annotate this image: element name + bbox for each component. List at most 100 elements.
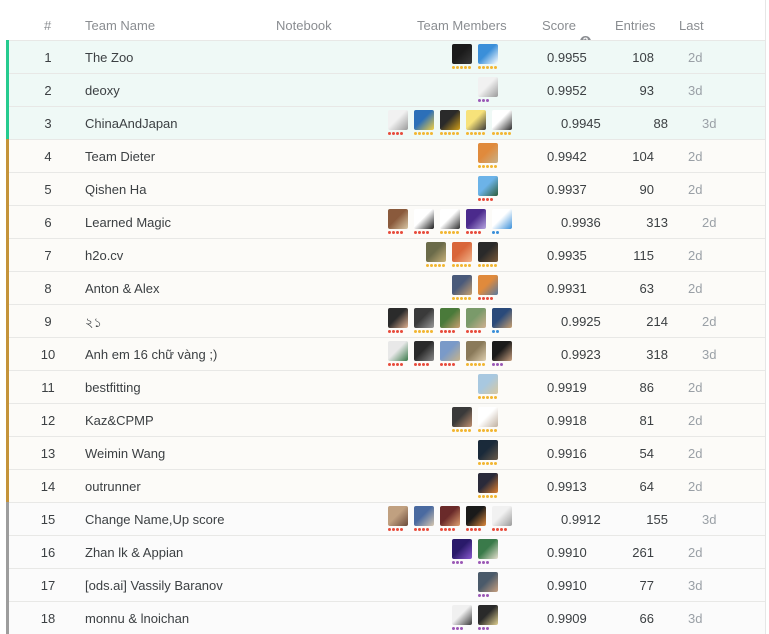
table-row[interactable]: 2 deoxy 0.9952 93 3d bbox=[6, 73, 766, 106]
avatar bbox=[492, 308, 512, 328]
member-avatar[interactable] bbox=[452, 407, 472, 433]
member-avatar[interactable] bbox=[478, 44, 498, 70]
team-name-link[interactable]: Qishen Ha bbox=[85, 182, 146, 197]
member-avatar[interactable] bbox=[452, 242, 472, 268]
member-avatar[interactable] bbox=[478, 176, 498, 202]
avatar bbox=[388, 341, 408, 361]
team-name-link[interactable]: ২১ bbox=[85, 314, 102, 335]
score-header[interactable]: Score? bbox=[542, 18, 591, 47]
member-avatar[interactable] bbox=[478, 143, 498, 169]
team-name-link[interactable]: Change Name,Up score bbox=[85, 512, 224, 527]
member-avatar[interactable] bbox=[388, 209, 408, 235]
table-row[interactable]: 14 outrunner 0.9913 64 2d bbox=[6, 469, 766, 502]
member-avatar[interactable] bbox=[478, 440, 498, 466]
member-avatar[interactable] bbox=[492, 506, 512, 532]
team-name-link[interactable]: [ods.ai] Vassily Baranov bbox=[85, 578, 223, 593]
table-row[interactable]: 16 Zhan lk & Appian 0.9910 261 2d bbox=[6, 535, 766, 568]
tier-dots bbox=[466, 528, 486, 531]
table-row[interactable]: 5 Qishen Ha 0.9937 90 2d bbox=[6, 172, 766, 205]
avatar bbox=[492, 506, 512, 526]
member-avatar[interactable] bbox=[466, 110, 486, 136]
table-row[interactable]: 12 Kaz&CPMP 0.9918 81 2d bbox=[6, 403, 766, 436]
team-name-link[interactable]: outrunner bbox=[85, 479, 141, 494]
team-name-link[interactable]: bestfitting bbox=[85, 380, 141, 395]
table-row[interactable]: 13 Weimin Wang 0.9916 54 2d bbox=[6, 436, 766, 469]
member-avatar[interactable] bbox=[466, 209, 486, 235]
member-avatar[interactable] bbox=[388, 506, 408, 532]
member-avatar[interactable] bbox=[452, 44, 472, 70]
member-avatar[interactable] bbox=[466, 341, 486, 367]
table-row[interactable]: 15 Change Name,Up score 0.9912 155 3d bbox=[6, 502, 766, 535]
table-row[interactable]: 18 monnu & lnoichan 0.9909 66 3d bbox=[6, 601, 766, 634]
member-avatar[interactable] bbox=[478, 407, 498, 433]
member-avatar[interactable] bbox=[478, 473, 498, 499]
score-header-label[interactable]: Score bbox=[542, 18, 576, 33]
score-cell: 0.9912 bbox=[561, 512, 601, 527]
member-avatar[interactable] bbox=[478, 539, 498, 565]
member-avatar[interactable] bbox=[414, 308, 434, 334]
team-name-link[interactable]: Anton & Alex bbox=[85, 281, 159, 296]
team-name-link[interactable]: The Zoo bbox=[85, 50, 133, 65]
team-name-link[interactable]: Weimin Wang bbox=[85, 446, 165, 461]
member-avatar[interactable] bbox=[440, 209, 460, 235]
member-avatar[interactable] bbox=[452, 275, 472, 301]
score-cell: 0.9937 bbox=[547, 182, 587, 197]
table-row[interactable]: 3 ChinaAndJapan 0.9945 88 3d bbox=[6, 106, 766, 139]
table-row[interactable]: 17 [ods.ai] Vassily Baranov 0.9910 77 3d bbox=[6, 568, 766, 601]
member-avatar[interactable] bbox=[478, 275, 498, 301]
team-name-link[interactable]: Team Dieter bbox=[85, 149, 155, 164]
member-avatar[interactable] bbox=[478, 572, 498, 598]
member-avatar[interactable] bbox=[466, 308, 486, 334]
team-name-link[interactable]: Zhan lk & Appian bbox=[85, 545, 183, 560]
member-avatar[interactable] bbox=[492, 308, 512, 334]
table-row[interactable]: 8 Anton & Alex 0.9931 63 2d bbox=[6, 271, 766, 304]
member-avatar[interactable] bbox=[440, 341, 460, 367]
member-avatar[interactable] bbox=[414, 506, 434, 532]
table-row[interactable]: 9 ২১ 0.9925 214 2d bbox=[6, 304, 766, 337]
member-avatar[interactable] bbox=[414, 209, 434, 235]
member-avatar[interactable] bbox=[388, 341, 408, 367]
member-avatar[interactable] bbox=[388, 110, 408, 136]
member-avatar[interactable] bbox=[478, 374, 498, 400]
table-row[interactable]: 6 Learned Magic 0.9936 313 2d bbox=[6, 205, 766, 238]
avatar bbox=[414, 209, 434, 229]
table-row[interactable]: 1 The Zoo 0.9955 108 2d bbox=[6, 40, 766, 73]
member-avatar[interactable] bbox=[492, 341, 512, 367]
table-row[interactable]: 11 bestfitting 0.9919 86 2d bbox=[6, 370, 766, 403]
medal-tier-bar bbox=[6, 238, 9, 271]
table-row[interactable]: 10 Anh em 16 chữ vàng ;) 0.9923 318 3d bbox=[6, 337, 766, 370]
member-avatar[interactable] bbox=[492, 110, 512, 136]
team-name-link[interactable]: Anh em 16 chữ vàng ;) bbox=[85, 347, 217, 362]
team-name-link[interactable]: Kaz&CPMP bbox=[85, 413, 154, 428]
member-avatar[interactable] bbox=[426, 242, 446, 268]
member-avatar[interactable] bbox=[478, 605, 498, 631]
table-row[interactable]: 4 Team Dieter 0.9942 104 2d bbox=[6, 139, 766, 172]
member-avatar[interactable] bbox=[452, 605, 472, 631]
entries-header[interactable]: Entries bbox=[615, 18, 655, 33]
entries-cell: 313 bbox=[646, 215, 668, 230]
member-avatar[interactable] bbox=[440, 308, 460, 334]
team-name-link[interactable]: monnu & lnoichan bbox=[85, 611, 189, 626]
member-avatar[interactable] bbox=[388, 308, 408, 334]
team-name-link[interactable]: deoxy bbox=[85, 83, 120, 98]
avatar bbox=[492, 341, 512, 361]
member-avatar[interactable] bbox=[440, 506, 460, 532]
rank-header[interactable]: # bbox=[44, 18, 51, 33]
rank-cell: 10 bbox=[40, 347, 56, 362]
team-name-header[interactable]: Team Name bbox=[85, 18, 155, 33]
member-avatar[interactable] bbox=[478, 77, 498, 103]
team-name-link[interactable]: Learned Magic bbox=[85, 215, 171, 230]
member-avatar[interactable] bbox=[414, 341, 434, 367]
last-submission-cell: 2d bbox=[688, 149, 703, 164]
member-avatar[interactable] bbox=[452, 539, 472, 565]
team-name-link[interactable]: h2o.cv bbox=[85, 248, 123, 263]
member-avatar[interactable] bbox=[492, 209, 512, 235]
table-row[interactable]: 7 h2o.cv 0.9935 115 2d bbox=[6, 238, 766, 271]
member-avatar[interactable] bbox=[440, 110, 460, 136]
member-avatar[interactable] bbox=[466, 506, 486, 532]
member-avatar[interactable] bbox=[414, 110, 434, 136]
member-avatar[interactable] bbox=[478, 242, 498, 268]
team-name-link[interactable]: ChinaAndJapan bbox=[85, 116, 178, 131]
last-header[interactable]: Last bbox=[679, 18, 704, 33]
tier-dots bbox=[452, 561, 472, 564]
